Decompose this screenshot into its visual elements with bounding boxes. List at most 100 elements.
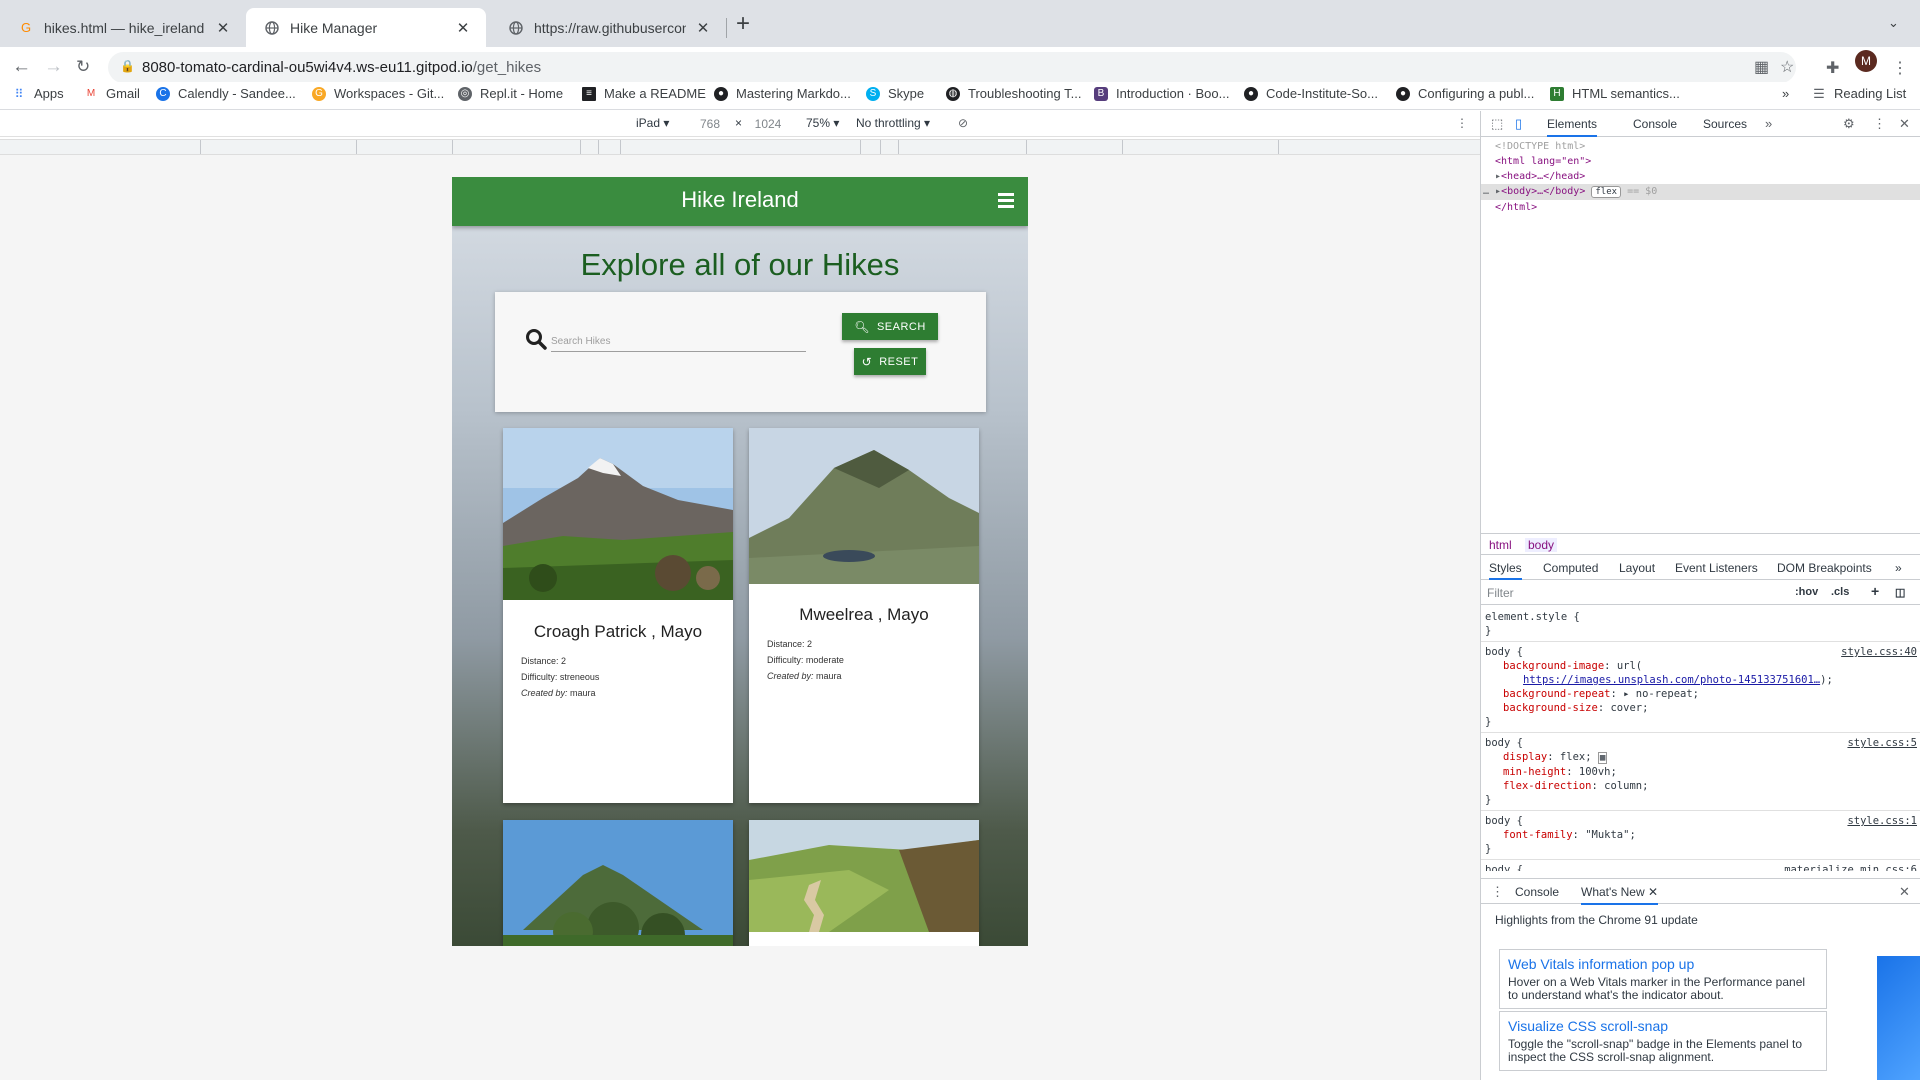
css-declaration[interactable]: background-size: cover; xyxy=(1485,701,1917,715)
hike-card[interactable] xyxy=(503,820,733,946)
flex-badge[interactable]: flex xyxy=(1591,186,1622,198)
bookmark-markdown[interactable]: ● Mastering Markdo... xyxy=(714,86,851,101)
whats-new-card[interactable]: Visualize CSS scroll-snap Toggle the "sc… xyxy=(1499,1011,1827,1071)
style-rule[interactable]: element.style { } xyxy=(1481,607,1920,642)
bookmark-skype[interactable]: S Skype xyxy=(866,86,924,101)
profile-avatar[interactable]: M xyxy=(1855,50,1877,72)
qr-code-icon[interactable]: ▦ xyxy=(1754,57,1769,77)
whats-new-title[interactable]: Web Vitals information pop up xyxy=(1508,956,1818,972)
more-subtabs-icon[interactable]: » xyxy=(1895,561,1902,575)
tab-hikes-html[interactable]: G hikes.html — hike_ireland — Gi ✕ xyxy=(0,8,246,47)
zoom-select[interactable]: 75% ▾ xyxy=(806,116,839,130)
bookmark-bootstrap[interactable]: B Introduction · Boo... xyxy=(1094,86,1229,101)
device-height-input[interactable]: 1024 xyxy=(746,115,790,133)
styles-filter-input[interactable]: Filter xyxy=(1487,586,1514,600)
flex-editor-icon[interactable]: ▦ xyxy=(1597,752,1608,764)
tab-dom-breakpoints[interactable]: DOM Breakpoints xyxy=(1777,561,1872,575)
bookmark-star-icon[interactable]: ☆ xyxy=(1780,57,1794,77)
tab-computed[interactable]: Computed xyxy=(1543,561,1598,575)
style-rule[interactable]: body { style.css:1 font-family: "Mukta";… xyxy=(1481,811,1920,860)
reload-icon[interactable]: ↻ xyxy=(76,57,90,77)
address-bar[interactable]: 🔒 8080-tomato-cardinal-ou5wi4v4.ws-eu11.… xyxy=(108,52,1796,83)
device-select[interactable]: iPad ▾ xyxy=(636,116,669,130)
bookmark-html-semantics[interactable]: H HTML semantics... xyxy=(1550,86,1680,101)
drawer-tab-console[interactable]: Console xyxy=(1515,885,1559,899)
dom-head-node[interactable]: ▸<head>…</head> xyxy=(1481,169,1920,184)
whats-new-title[interactable]: Visualize CSS scroll-snap xyxy=(1508,1018,1818,1034)
tab-sources[interactable]: Sources xyxy=(1703,117,1747,131)
inspect-element-icon[interactable]: ⬚ xyxy=(1491,116,1503,132)
extensions-icon[interactable]: ✚ xyxy=(1826,58,1839,78)
bookmark-replit[interactable]: ◎ Repl.it - Home xyxy=(458,86,563,101)
device-more-icon[interactable]: ⋮ xyxy=(1456,116,1468,130)
tab-search-icon[interactable]: ⌄ xyxy=(1888,15,1899,31)
breadcrumb-body[interactable]: body xyxy=(1525,538,1558,552)
css-declaration[interactable]: min-height: 100vh; xyxy=(1485,765,1917,779)
whats-new-card[interactable]: Web Vitals information pop up Hover on a… xyxy=(1499,949,1827,1009)
forward-arrow-icon[interactable]: → xyxy=(44,57,63,77)
hike-card[interactable] xyxy=(749,820,979,946)
css-declaration[interactable]: background-repeat: ▸ no-repeat; xyxy=(1485,687,1917,701)
tab-hike-manager[interactable]: Hike Manager ✕ xyxy=(246,8,486,47)
back-arrow-icon[interactable]: ← xyxy=(12,57,31,77)
device-width-input[interactable]: 768 xyxy=(688,115,732,133)
bookmark-troubleshooting[interactable]: ◍ Troubleshooting T... xyxy=(946,86,1081,101)
tab-elements[interactable]: Elements xyxy=(1547,117,1598,137)
css-declaration[interactable]: font-family: "Mukta"; xyxy=(1485,828,1917,842)
bookmark-gmail[interactable]: M Gmail xyxy=(84,86,140,101)
device-toggle-icon[interactable]: ▯ xyxy=(1515,116,1522,132)
search-button[interactable]: 🔍︎ SEARCH xyxy=(842,313,938,340)
class-toggle[interactable]: .cls xyxy=(1831,586,1849,598)
tab-raw-github[interactable]: https://raw.githubusercontent.c ✕ xyxy=(490,8,726,47)
close-tab-icon[interactable]: ✕ xyxy=(694,19,712,37)
close-drawer-icon[interactable]: ✕ xyxy=(1899,884,1910,900)
devtools-menu-icon[interactable]: ⋮ xyxy=(1873,116,1886,132)
dom-body-node[interactable]: … ▸<body>…</body> flex == $0 xyxy=(1481,184,1920,200)
hike-card[interactable]: Mweelrea , Mayo Distance: 2 Difficulty: … xyxy=(749,428,979,803)
style-rule[interactable]: body { style.css:40 background-image: ur… xyxy=(1481,642,1920,733)
close-tab-icon[interactable]: ✕ xyxy=(454,19,472,37)
hamburger-menu-icon[interactable] xyxy=(998,193,1014,211)
dom-doctype[interactable]: <!DOCTYPE html> xyxy=(1481,139,1920,154)
reading-list-button[interactable]: ☰ Reading List xyxy=(1812,86,1906,102)
rule-source-link[interactable]: style.css:5 xyxy=(1847,736,1917,750)
site-brand[interactable]: Hike Ireland xyxy=(452,187,1028,213)
tab-layout[interactable]: Layout xyxy=(1619,561,1655,575)
dom-html-open[interactable]: <html lang="en"> xyxy=(1481,154,1920,169)
more-tabs-icon[interactable]: » xyxy=(1765,116,1772,131)
background-image-link[interactable]: https://images.unsplash.com/photo-145133… xyxy=(1523,674,1820,686)
throttle-select[interactable]: No throttling ▾ xyxy=(856,116,930,130)
tab-styles[interactable]: Styles xyxy=(1489,561,1522,580)
rule-source-link[interactable]: materialize.min.css:6 xyxy=(1784,863,1917,871)
drawer-tab-whats-new[interactable]: What's New ✕ xyxy=(1581,885,1659,905)
bookmark-code-institute[interactable]: ● Code-Institute-So... xyxy=(1244,86,1378,101)
settings-gear-icon[interactable]: ⚙ xyxy=(1843,116,1855,132)
dom-html-close[interactable]: </html> xyxy=(1481,200,1920,215)
style-rule[interactable]: body { style.css:5 display: flex; ▦ min-… xyxy=(1481,733,1920,811)
drawer-menu-icon[interactable]: ⋮ xyxy=(1491,884,1504,900)
sidebar-toggle-icon[interactable]: ◫ xyxy=(1895,586,1905,599)
bookmark-calendly[interactable]: C Calendly - Sandee... xyxy=(156,86,296,101)
bookmark-readme[interactable]: ≡ Make a README xyxy=(582,86,706,101)
tab-event-listeners[interactable]: Event Listeners xyxy=(1675,561,1758,575)
rule-source-link[interactable]: style.css:1 xyxy=(1847,814,1917,828)
close-tab-icon[interactable]: ✕ xyxy=(214,19,232,37)
bookmark-apps[interactable]: ⠿ Apps xyxy=(12,86,64,101)
css-declaration[interactable]: display: flex; ▦ xyxy=(1485,750,1917,765)
css-declaration[interactable]: background-image: url( xyxy=(1485,659,1917,673)
tab-console[interactable]: Console xyxy=(1633,117,1677,131)
hover-state-toggle[interactable]: :hov xyxy=(1795,586,1818,598)
rotate-icon[interactable]: ⊘ xyxy=(958,116,968,130)
bookmarks-overflow-button[interactable]: » xyxy=(1782,86,1789,101)
rule-source-link[interactable]: style.css:40 xyxy=(1841,645,1917,659)
browser-menu-icon[interactable]: ⋮ xyxy=(1892,58,1908,78)
new-rule-icon[interactable]: + xyxy=(1871,583,1879,599)
reset-button[interactable]: ↺ RESET xyxy=(854,348,926,375)
close-devtools-icon[interactable]: ✕ xyxy=(1899,116,1910,132)
bookmark-workspaces[interactable]: G Workspaces - Git... xyxy=(312,86,444,101)
hike-card[interactable]: Croagh Patrick , Mayo Distance: 2 Diffic… xyxy=(503,428,733,803)
breadcrumb-html[interactable]: html xyxy=(1489,538,1512,552)
css-declaration[interactable]: flex-direction: column; xyxy=(1485,779,1917,793)
style-rule[interactable]: body { materialize.min.css:6 xyxy=(1481,860,1920,871)
new-tab-button[interactable]: + xyxy=(736,12,750,36)
